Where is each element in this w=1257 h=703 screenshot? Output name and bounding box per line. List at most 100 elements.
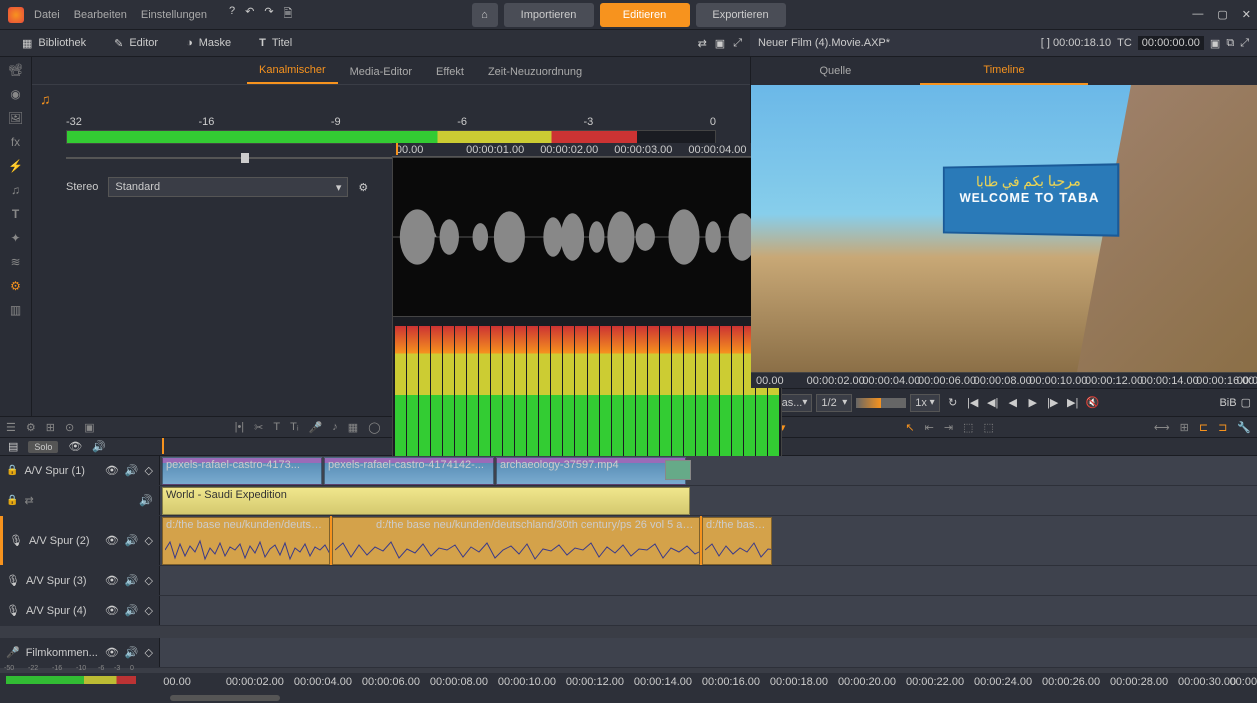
- step-fwd-button[interactable]: |▶: [1044, 394, 1062, 412]
- edit-tab[interactable]: Editieren: [600, 3, 690, 27]
- tb-mic-icon[interactable]: 🎤: [309, 421, 323, 434]
- eye-icon[interactable]: 👁: [105, 604, 119, 617]
- tool-text-icon[interactable]: T: [7, 205, 25, 223]
- mode-title[interactable]: TTitel: [245, 30, 306, 57]
- tl-headers-icon[interactable]: ▤: [8, 440, 18, 453]
- kf-icon[interactable]: ◇: [145, 534, 153, 547]
- tool-music-icon[interactable]: ♫: [7, 181, 25, 199]
- tab-zeit[interactable]: Zeit-Neuzuordnung: [476, 60, 594, 84]
- tb-pointer-icon[interactable]: ↖: [905, 421, 914, 434]
- home-button[interactable]: ⌂: [472, 3, 498, 27]
- speaker-icon[interactable]: 🔊: [125, 534, 139, 547]
- tb-roll-icon[interactable]: ⇥: [944, 421, 953, 434]
- expand-icon-2[interactable]: ⤢: [1240, 37, 1249, 50]
- waveform-display[interactable]: [392, 157, 782, 317]
- popout-icon[interactable]: ⧉: [1226, 37, 1234, 50]
- tb-slip-icon[interactable]: ⬚: [983, 421, 993, 434]
- timeline-scrollbar[interactable]: [0, 693, 1257, 703]
- tb-vol-icon[interactable]: ♪: [332, 421, 338, 433]
- clip-thumb[interactable]: [665, 460, 691, 480]
- tool-fx-icon[interactable]: fx: [7, 133, 25, 151]
- tb-slide-icon[interactable]: ⬚: [963, 421, 973, 434]
- tb-cut-icon[interactable]: |•|: [235, 421, 245, 433]
- eye-icon[interactable]: 👁: [105, 464, 119, 477]
- tool-color-icon[interactable]: ◉: [7, 85, 25, 103]
- speaker-all-icon[interactable]: 🔊: [92, 440, 106, 453]
- tb-text-icon[interactable]: T: [273, 421, 280, 433]
- tool-layers-icon[interactable]: ≋: [7, 253, 25, 271]
- lock-icon[interactable]: 🔒: [6, 465, 18, 476]
- import-tab[interactable]: Importieren: [504, 3, 594, 27]
- tab-kanalmischer[interactable]: Kanalmischer: [247, 58, 338, 84]
- tb-circle-icon[interactable]: ◯: [368, 421, 380, 434]
- clip-video-2[interactable]: pexels-rafael-castro-4174142-...: [324, 457, 494, 485]
- tool-mask-icon[interactable]: ✦: [7, 229, 25, 247]
- tb-razor-icon[interactable]: ✂: [254, 421, 263, 434]
- eye-icon[interactable]: 👁: [105, 534, 119, 547]
- lock-icon[interactable]: 🔒: [6, 495, 18, 506]
- clip-audio-2[interactable]: d:/the base neu/kunden/deutschland/30th …: [332, 517, 700, 565]
- minimize-icon[interactable]: —: [1192, 8, 1203, 21]
- solo-button[interactable]: Solo: [28, 441, 58, 453]
- tb-grid2-icon[interactable]: ▦: [348, 421, 358, 434]
- menu-edit[interactable]: Bearbeiten: [74, 9, 127, 21]
- tb-mark1-icon[interactable]: ⊏: [1199, 421, 1208, 434]
- goto-end-button[interactable]: ▶|: [1064, 394, 1082, 412]
- tb-wrench-icon[interactable]: 🔧: [1237, 421, 1251, 434]
- kf-icon[interactable]: ◇: [145, 574, 153, 587]
- speaker-icon[interactable]: 🔊: [125, 464, 139, 477]
- eye-all-icon[interactable]: 👁: [68, 440, 82, 453]
- tab-timeline[interactable]: Timeline: [920, 57, 1089, 85]
- menu-settings[interactable]: Einstellungen: [141, 9, 207, 21]
- speaker-icon[interactable]: 🔊: [125, 574, 139, 587]
- ratio-select[interactable]: 1/2 ▾: [816, 394, 852, 412]
- commentary-icon[interactable]: 🎤: [6, 646, 20, 659]
- tb-zoom2-icon[interactable]: ⊞: [1180, 421, 1189, 434]
- mode-mask[interactable]: ◑Maske: [172, 30, 245, 57]
- eye-icon[interactable]: 👁: [105, 646, 119, 659]
- expand-icon[interactable]: ⤢: [733, 37, 742, 50]
- menu-file[interactable]: Datei: [34, 9, 60, 21]
- speaker-icon[interactable]: 🔊: [125, 604, 139, 617]
- tb-ripple-icon[interactable]: ⇤: [925, 421, 934, 434]
- export-tab[interactable]: Exportieren: [696, 3, 786, 27]
- clip-video-1[interactable]: pexels-rafael-castro-4173...: [162, 457, 322, 485]
- loop-button[interactable]: ↻: [944, 394, 962, 412]
- help-icon[interactable]: ?: [229, 5, 235, 24]
- clip-title[interactable]: World - Saudi Expedition: [162, 487, 690, 515]
- tb-list-icon[interactable]: ☰: [6, 421, 16, 434]
- speaker-icon[interactable]: 🔊: [125, 646, 139, 659]
- preview-viewport[interactable]: مرحبا بكم في طابا WELCOME TO TABA: [751, 85, 1257, 372]
- tb-t2-icon[interactable]: Tᵢ: [290, 421, 298, 433]
- panel-icon-2[interactable]: ▣: [1210, 37, 1220, 50]
- redo-icon[interactable]: ↷: [264, 5, 273, 24]
- tool-grid-icon[interactable]: ▥: [7, 301, 25, 319]
- undo-icon[interactable]: ↶: [245, 5, 254, 24]
- audio-scrub[interactable]: [856, 398, 906, 408]
- play-back-button[interactable]: ◀: [1004, 394, 1022, 412]
- tb-snap-icon[interactable]: ⊞: [46, 421, 55, 434]
- tab-effekt[interactable]: Effekt: [424, 60, 476, 84]
- tb-marker-icon[interactable]: ▣: [84, 421, 94, 434]
- kf-icon[interactable]: ◇: [145, 646, 153, 659]
- tool-image-icon[interactable]: 🖼: [7, 109, 25, 127]
- tb-zoomfit-icon[interactable]: ⟷: [1154, 421, 1170, 434]
- goto-start-button[interactable]: |◀: [964, 394, 982, 412]
- settings-icon[interactable]: ⚙: [358, 181, 368, 194]
- kf-icon[interactable]: ◇: [145, 604, 153, 617]
- transition-icon[interactable]: ⇄: [24, 494, 33, 507]
- preview-ruler[interactable]: 00.00 00:00:02.00 00:00:04.00 00:00:06.0…: [751, 372, 1257, 388]
- tool-project-icon[interactable]: 📽: [7, 61, 25, 79]
- speaker-icon[interactable]: 🔊: [139, 494, 153, 507]
- tb-gear-icon[interactable]: ⚙: [26, 421, 36, 434]
- tb-mark2-icon[interactable]: ⊐: [1218, 421, 1227, 434]
- tool-motion-icon[interactable]: ⚡: [7, 157, 25, 175]
- kf-icon[interactable]: ◇: [145, 464, 153, 477]
- mute-button[interactable]: 🔇: [1084, 394, 1102, 412]
- mic-icon[interactable]: 🎙: [6, 574, 20, 587]
- mode-editor[interactable]: ✎Editor: [100, 30, 172, 57]
- tab-media-editor[interactable]: Media-Editor: [338, 60, 424, 84]
- panel-icon[interactable]: ▣: [715, 37, 725, 50]
- mic-icon[interactable]: 🎙: [9, 534, 23, 547]
- step-back-button[interactable]: ◀|: [984, 394, 1002, 412]
